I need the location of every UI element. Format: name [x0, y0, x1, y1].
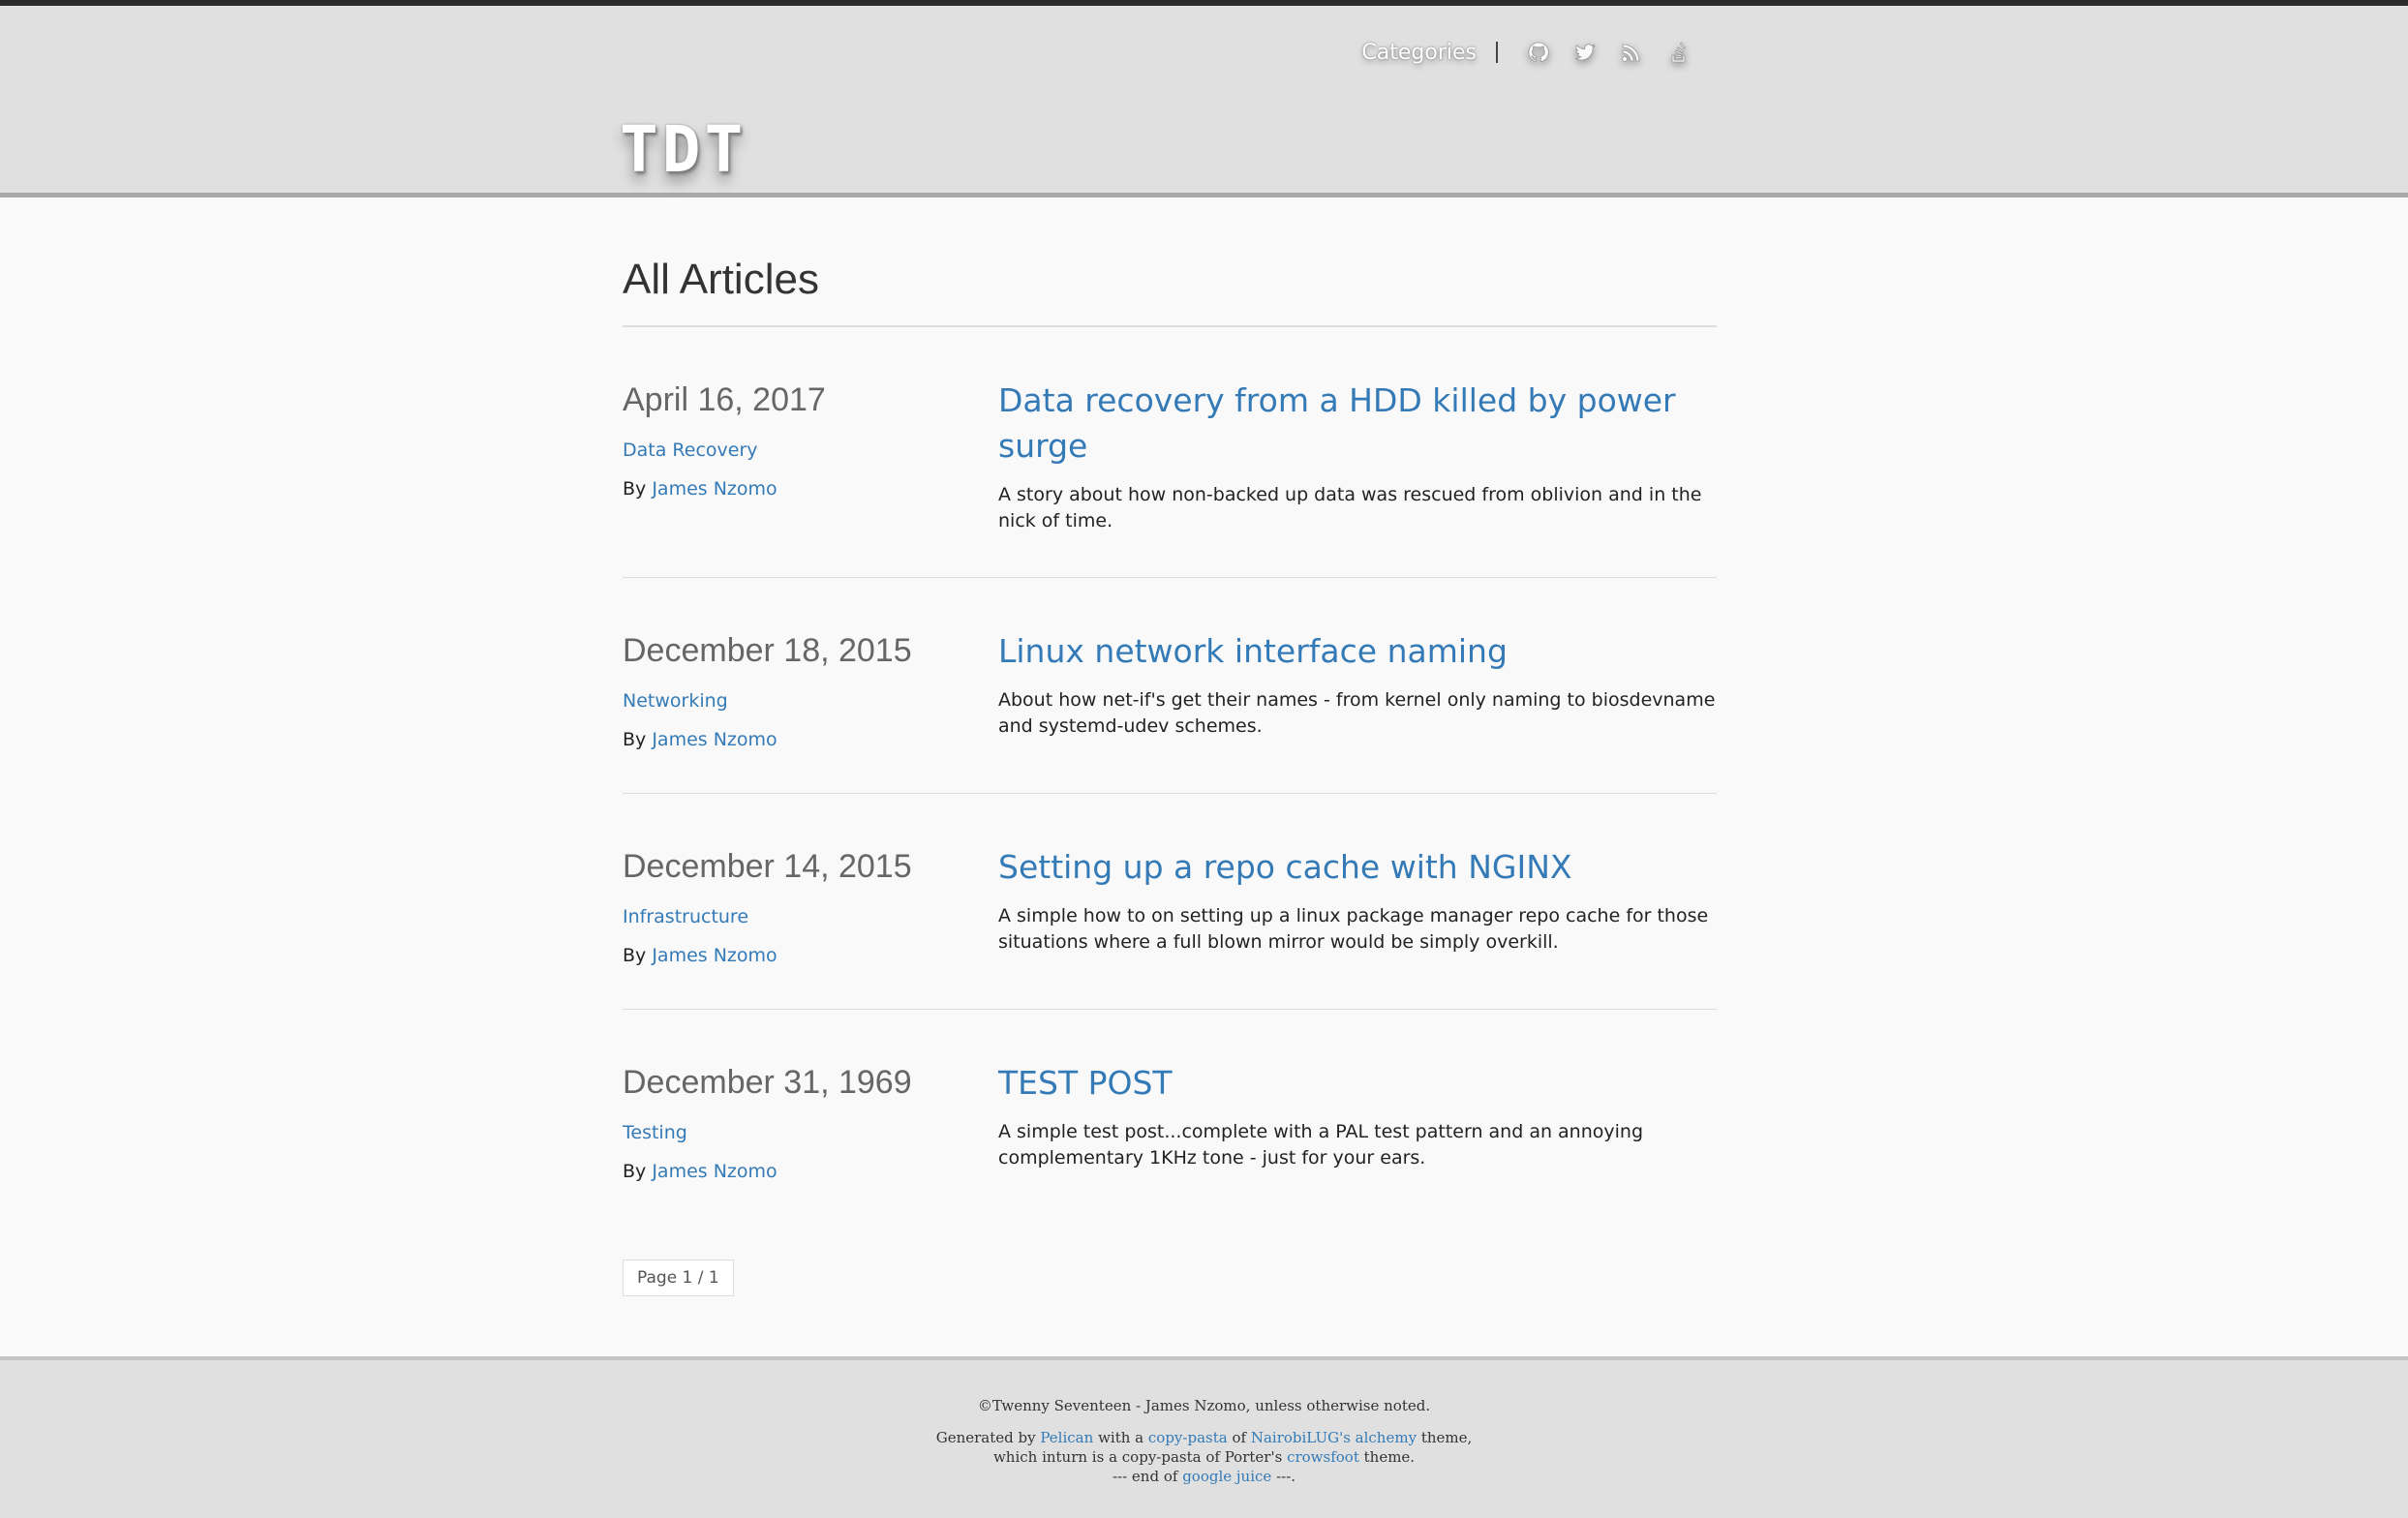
article-content: Setting up a repo cache with NGINX A sim… [998, 848, 1717, 966]
footer-text: theme. [1363, 1448, 1416, 1466]
article-byline: By James Nzomo [623, 478, 998, 500]
article-category-link[interactable]: Testing [623, 1122, 998, 1143]
author-link[interactable]: James Nzomo [652, 478, 777, 500]
footer-credits: Generated by Pelican with a copy-pasta o… [0, 1428, 2408, 1486]
nav-separator [1496, 42, 1498, 63]
article-title-link[interactable]: Linux network interface naming [998, 628, 1717, 674]
pelican-link[interactable]: Pelican [1040, 1429, 1093, 1446]
copy-pasta-link[interactable]: copy-pasta [1148, 1429, 1228, 1446]
author-link[interactable]: James Nzomo [652, 945, 777, 966]
footer-text: of [1232, 1429, 1247, 1446]
main-content: All Articles April 16, 2017 Data Recover… [623, 197, 1717, 1296]
footer-text: theme, [1420, 1429, 1473, 1446]
article-date: April 16, 2017 [623, 381, 826, 418]
article-meta: April 16, 2017 Data Recovery By James Nz… [623, 383, 998, 534]
article-item: December 14, 2015 Infrastructure By Jame… [623, 794, 1717, 1010]
article-byline: By James Nzomo [623, 729, 998, 750]
site-footer: ©Twenny Seventeen - James Nzomo, unless … [0, 1356, 2408, 1518]
article-list: April 16, 2017 Data Recovery By James Nz… [623, 327, 1717, 1225]
site-header: Categories TDT [0, 0, 2408, 197]
footer-text: Generated by [935, 1429, 1036, 1446]
article-date: December 14, 2015 [623, 848, 912, 885]
article-date: December 31, 1969 [623, 1064, 912, 1101]
article-title-link[interactable]: TEST POST [998, 1060, 1717, 1106]
article-content: TEST POST A simple test post...complete … [998, 1064, 1717, 1182]
twitter-icon[interactable] [1571, 39, 1599, 66]
rss-icon[interactable] [1618, 39, 1645, 66]
article-meta: December 18, 2015 Networking By James Nz… [623, 634, 998, 750]
by-label: By [623, 729, 647, 750]
article-summary: A simple test post...complete with a PAL… [998, 1121, 1644, 1169]
stackoverflow-icon[interactable] [1664, 39, 1692, 66]
pagination-indicator: Page 1 / 1 [623, 1260, 734, 1296]
article-date: December 18, 2015 [623, 632, 912, 669]
article-title-link[interactable]: Setting up a repo cache with NGINX [998, 844, 1717, 890]
article-content: Linux network interface naming About how… [998, 632, 1717, 750]
author-link[interactable]: James Nzomo [652, 1161, 777, 1182]
footer-text: with a [1098, 1429, 1144, 1446]
article-item: December 31, 1969 Testing By James Nzomo… [623, 1010, 1717, 1225]
article-meta: December 31, 1969 Testing By James Nzomo [623, 1066, 998, 1182]
footer-copyright: ©Twenny Seventeen - James Nzomo, unless … [977, 1397, 1431, 1414]
footer-text: which inturn is a copy-pasta of Porter's [992, 1448, 1283, 1466]
by-label: By [623, 478, 647, 500]
alchemy-theme-link[interactable]: NairobiLUG's alchemy [1251, 1429, 1417, 1446]
author-link[interactable]: James Nzomo [652, 729, 777, 750]
footer-credits-line-3: --- end of google juice ---. [0, 1467, 2408, 1486]
by-label: By [623, 1161, 647, 1182]
article-category-link[interactable]: Networking [623, 690, 998, 712]
article-title-link[interactable]: Data recovery from a HDD killed by power… [998, 378, 1717, 469]
article-summary: A story about how non-backed up data was… [998, 484, 1702, 531]
article-content: Data recovery from a HDD killed by power… [998, 381, 1717, 534]
article-category-link[interactable]: Data Recovery [623, 440, 998, 461]
article-summary: About how net-if's get their names - fro… [998, 689, 1716, 737]
article-item: April 16, 2017 Data Recovery By James Nz… [623, 327, 1717, 578]
article-meta: December 14, 2015 Infrastructure By Jame… [623, 850, 998, 966]
footer-text: --- end of [1112, 1468, 1178, 1485]
article-item: December 18, 2015 Networking By James Nz… [623, 578, 1717, 794]
article-byline: By James Nzomo [623, 1161, 998, 1182]
crowsfoot-theme-link[interactable]: crowsfoot [1287, 1448, 1359, 1466]
nav-categories-link[interactable]: Categories [1361, 41, 1477, 65]
footer-credits-line-1: Generated by Pelican with a copy-pasta o… [0, 1428, 2408, 1447]
github-icon[interactable] [1525, 39, 1552, 66]
by-label: By [623, 945, 647, 966]
article-category-link[interactable]: Infrastructure [623, 906, 998, 927]
footer-credits-line-2: which inturn is a copy-pasta of Porter's… [0, 1447, 2408, 1467]
article-byline: By James Nzomo [623, 945, 998, 966]
page-title: All Articles [623, 256, 1717, 327]
site-logo[interactable]: TDT [620, 112, 747, 187]
top-nav: Categories [1361, 39, 1711, 66]
footer-text: ---. [1276, 1468, 1296, 1485]
google-juice-link[interactable]: google juice [1182, 1468, 1271, 1485]
article-summary: A simple how to on setting up a linux pa… [998, 905, 1709, 953]
